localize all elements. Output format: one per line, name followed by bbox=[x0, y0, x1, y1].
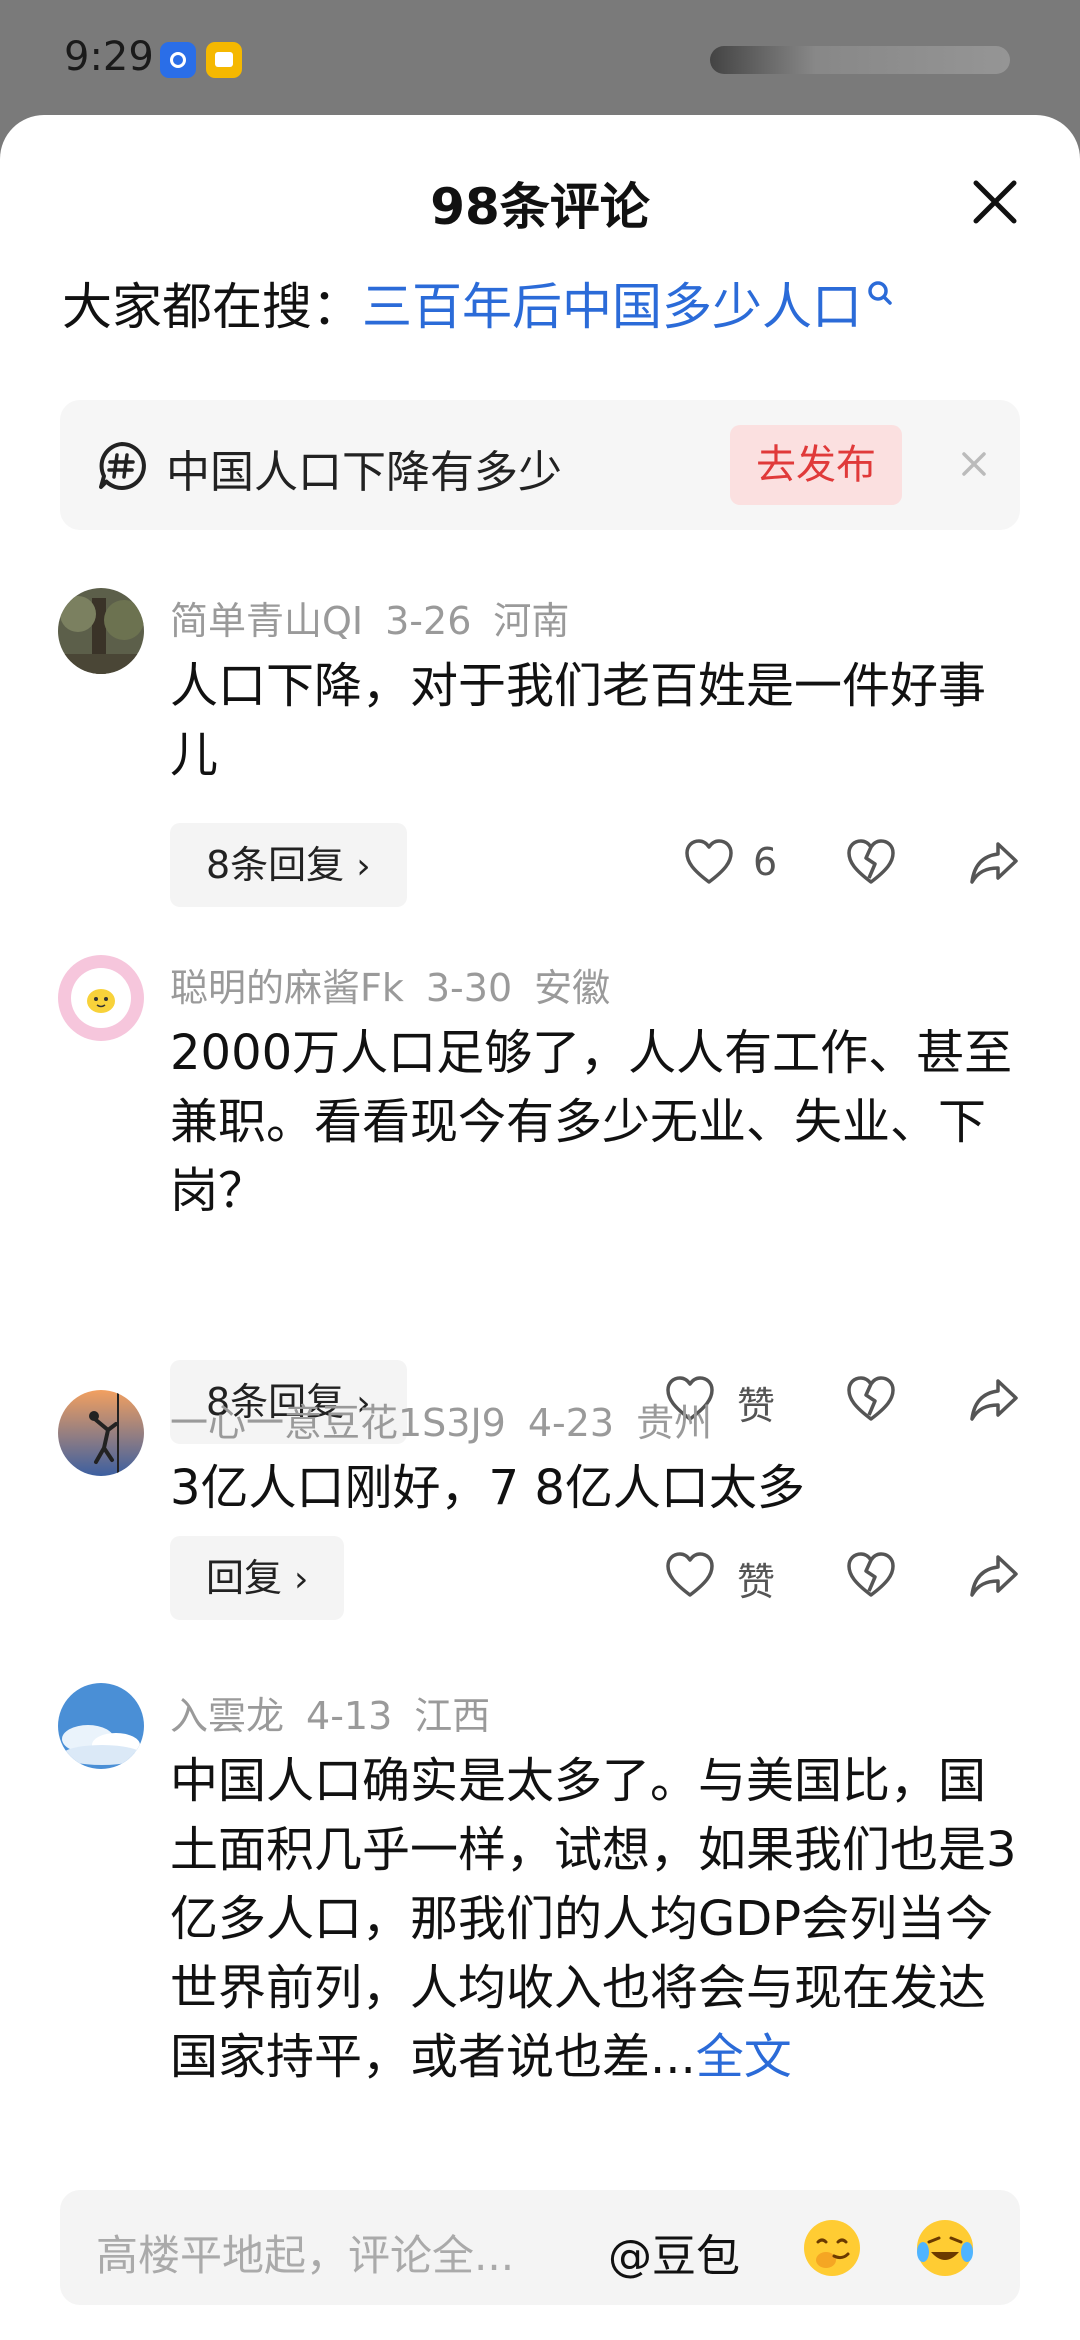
status-bar: 9:29 bbox=[0, 0, 1080, 115]
chevron-right-icon: › bbox=[294, 1559, 309, 1600]
comment-text: 中国人口确实是太多了。与美国比，国土面积几乎一样，试想，如果我们也是3亿多人口，… bbox=[170, 1753, 1017, 2085]
heart-icon[interactable] bbox=[683, 838, 735, 890]
comment-meta: 一心一意豆花1S3J9 4-23 贵州 bbox=[170, 1392, 734, 1447]
status-indicators bbox=[710, 46, 1010, 74]
message-notification-icon bbox=[206, 42, 242, 78]
avatar[interactable] bbox=[58, 1683, 144, 1769]
comment-date: 4-23 bbox=[527, 1401, 615, 1445]
hot-search-link[interactable]: 三百年后中国多少人口 bbox=[362, 278, 862, 336]
avatar[interactable] bbox=[58, 955, 144, 1041]
share-icon[interactable] bbox=[968, 1377, 1020, 1427]
comment-input-bar[interactable]: 高楼平地起，评论全... @豆包 bbox=[60, 2190, 1020, 2305]
comment-meta: 聪明的麻酱Fk 3-30 安徽 bbox=[170, 957, 632, 1012]
comment-location: 江西 bbox=[414, 1694, 491, 1738]
close-icon[interactable] bbox=[960, 167, 1030, 237]
topic-suggestion[interactable]: 中国人口下降有多少 去发布 bbox=[60, 400, 1020, 530]
emoji-icon[interactable] bbox=[913, 2216, 977, 2280]
app-notification-icon bbox=[160, 42, 196, 78]
hashtag-icon bbox=[96, 440, 148, 496]
broken-heart-icon[interactable] bbox=[845, 838, 897, 890]
like-label: 赞 bbox=[737, 1384, 776, 1428]
comment-input[interactable]: 高楼平地起，评论全... bbox=[96, 2222, 514, 2283]
like-count: 6 bbox=[753, 840, 778, 884]
status-time: 9:29 bbox=[64, 34, 154, 80]
comment-username[interactable]: 聪明的麻酱Fk bbox=[170, 966, 404, 1010]
view-replies-label: 回复 bbox=[206, 1556, 283, 1600]
broken-heart-icon[interactable] bbox=[845, 1375, 897, 1427]
comment-text: 人口下降，对于我们老百姓是一件好事儿 bbox=[170, 658, 987, 783]
comment-username[interactable]: 简单青山QI bbox=[170, 599, 363, 643]
view-replies-button[interactable]: 8条回复 › bbox=[170, 823, 407, 907]
comment-date: 3-26 bbox=[385, 599, 472, 643]
sheet-title: 98条评论 bbox=[430, 178, 650, 236]
comment-text: 3亿人口刚好，7 8亿人口太多 bbox=[170, 1460, 805, 1516]
publish-button[interactable]: 去发布 bbox=[730, 425, 902, 505]
comments-sheet: 98条评论 大家都在搜：三百年后中国多少人口 中国人口下降有多少 去发布 简单青… bbox=[0, 115, 1080, 2340]
share-icon[interactable] bbox=[968, 1553, 1020, 1603]
comment-text-block: 中国人口确实是太多了。与美国比，国土面积几乎一样，试想，如果我们也是3亿多人口，… bbox=[170, 1747, 1030, 2092]
avatar[interactable] bbox=[58, 588, 144, 674]
mention-doubao-button[interactable]: @豆包 bbox=[608, 2220, 740, 2284]
like-label: 赞 bbox=[737, 1560, 776, 1604]
comment-username[interactable]: 一心一意豆花1S3J9 bbox=[170, 1401, 506, 1445]
topic-text: 中国人口下降有多少 bbox=[166, 447, 562, 498]
share-icon[interactable] bbox=[968, 840, 1020, 890]
hot-search-label: 大家都在搜： bbox=[62, 278, 362, 336]
comment-username[interactable]: 入雲龙 bbox=[170, 1694, 284, 1738]
comment-location: 安徽 bbox=[534, 966, 611, 1010]
close-icon[interactable] bbox=[950, 440, 998, 492]
comment-meta: 简单青山QI 3-26 河南 bbox=[170, 590, 591, 645]
heart-icon[interactable] bbox=[664, 1551, 716, 1603]
comment-date: 3-30 bbox=[425, 966, 513, 1010]
view-replies-button[interactable]: 回复 › bbox=[170, 1536, 345, 1620]
comment-meta: 入雲龙 4-13 江西 bbox=[170, 1685, 512, 1740]
search-icon[interactable] bbox=[866, 267, 894, 325]
comment-location: 河南 bbox=[493, 599, 570, 643]
hot-search: 大家都在搜：三百年后中国多少人口 bbox=[62, 267, 894, 339]
broken-heart-icon[interactable] bbox=[845, 1551, 897, 1603]
comment-date: 4-13 bbox=[306, 1694, 393, 1738]
emoji-icon[interactable] bbox=[800, 2216, 864, 2280]
comment-location: 贵州 bbox=[636, 1401, 713, 1445]
comment-text: 2000万人口足够了，人人有工作、甚至兼职。看看现今有多少无业、失业、下岗？ bbox=[170, 1025, 1013, 1219]
view-replies-label: 8条回复 bbox=[206, 843, 345, 887]
read-more-link[interactable]: 全文 bbox=[696, 2029, 792, 2085]
avatar[interactable] bbox=[58, 1390, 144, 1476]
chevron-right-icon: › bbox=[356, 846, 371, 887]
